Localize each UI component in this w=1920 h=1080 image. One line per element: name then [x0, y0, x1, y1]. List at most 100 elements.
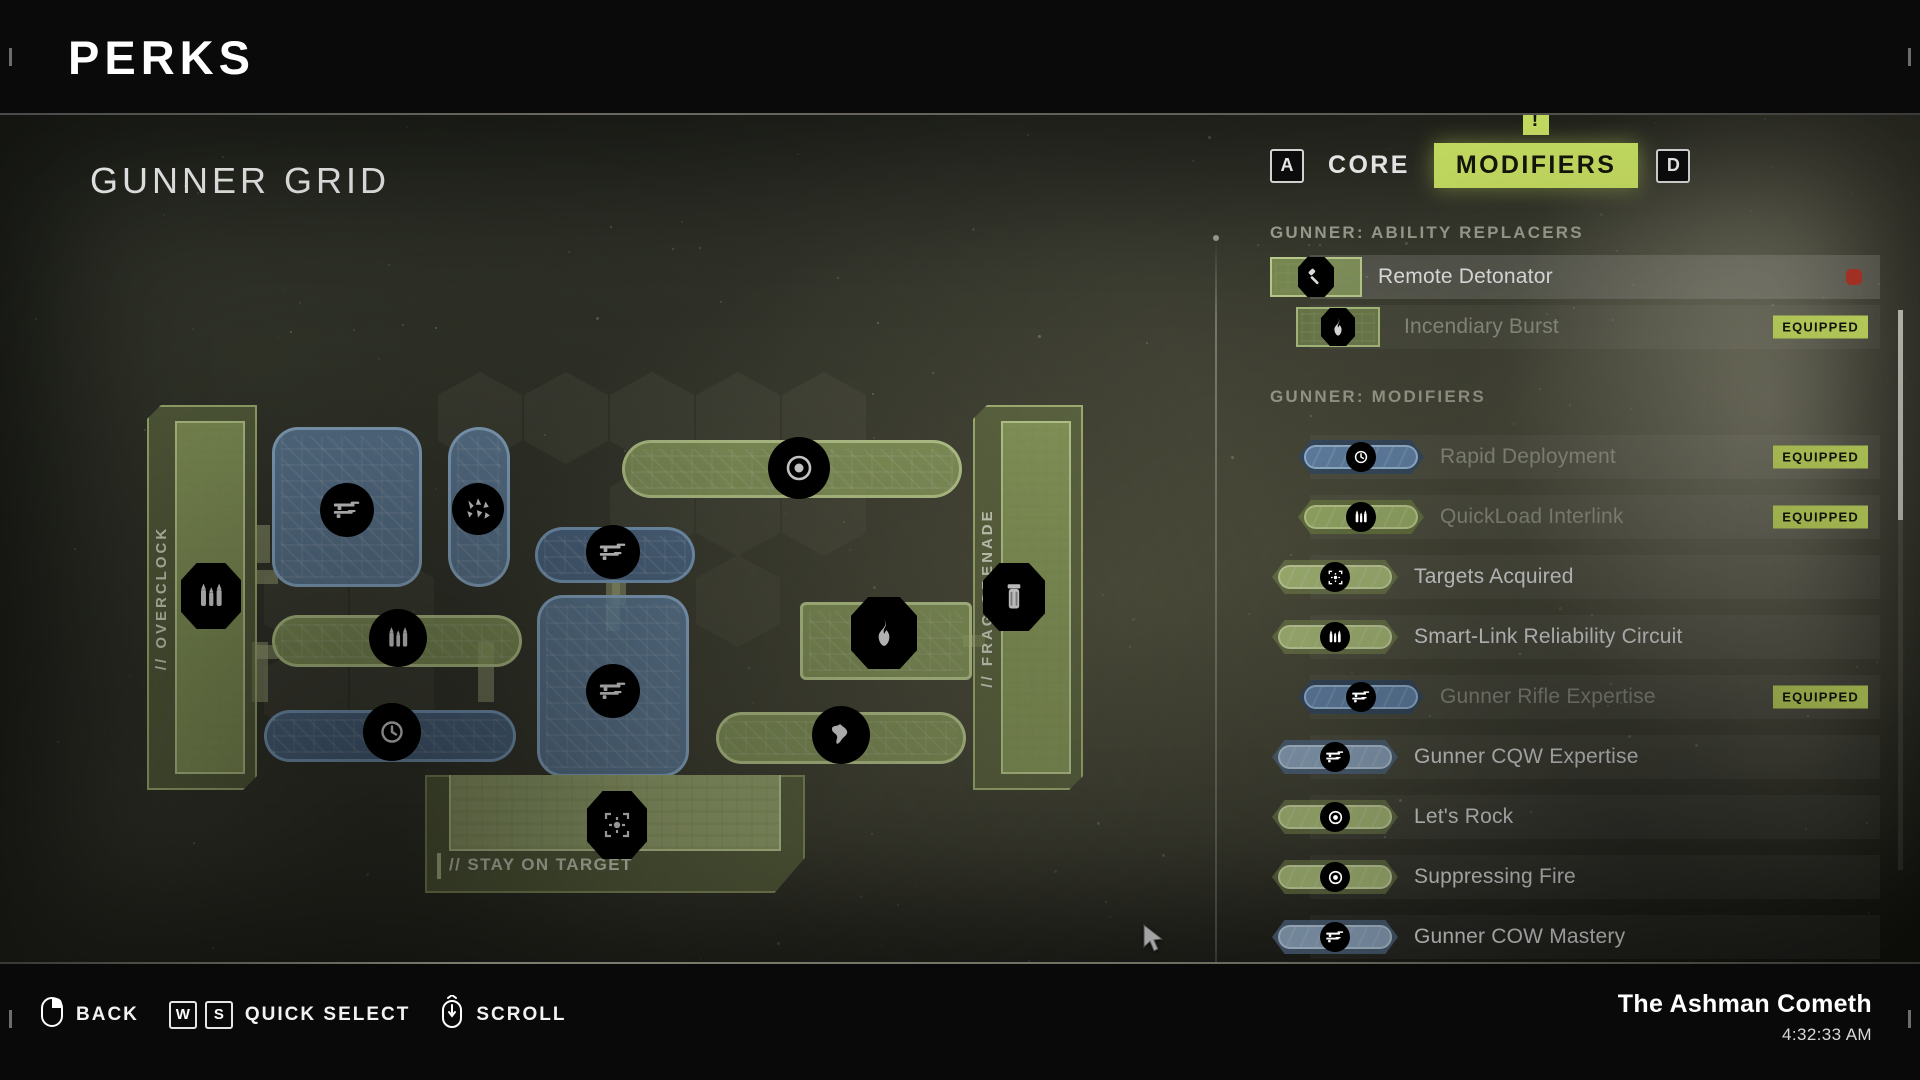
- list-item[interactable]: Rapid Deployment EQUIPPED: [1250, 435, 1880, 479]
- control-hints: BACK W S QUICK SELECT SCROLL: [40, 993, 567, 1034]
- item-chip: [1272, 620, 1398, 654]
- background-stage: GUNNER GRID // OVERCLOCK // FRAG GRENADE…: [0, 115, 1920, 962]
- key-s[interactable]: S: [204, 1000, 233, 1029]
- panel-divider: [1215, 240, 1217, 962]
- mission-time: 4:32:33 AM: [1781, 1025, 1872, 1044]
- column-label: // OVERCLOCK: [153, 525, 170, 670]
- target-ring-icon: [1320, 862, 1350, 892]
- item-label: Gunner COW Mastery: [1414, 925, 1626, 948]
- page-title: PERKS: [68, 31, 255, 84]
- target-ring-icon: [1320, 802, 1350, 832]
- tab-modifiers[interactable]: MODIFIERS !: [1433, 115, 1639, 188]
- ammo-icon: [1320, 622, 1350, 652]
- top-bar-tick-right: [1908, 48, 1911, 66]
- detonator-icon: [1298, 257, 1334, 297]
- ammo-icon[interactable]: [369, 609, 427, 667]
- modifiers-panel: A CORE MODIFIERS ! D GUNNER: ABILITY REP…: [1250, 115, 1920, 962]
- key-group: W S: [168, 1000, 233, 1029]
- list-item[interactable]: Targets Acquired: [1250, 555, 1880, 599]
- target-ring-icon[interactable]: [768, 437, 830, 499]
- rifle-icon[interactable]: [586, 664, 640, 718]
- rifle-icon: [1320, 922, 1350, 952]
- hint-label: QUICK SELECT: [244, 1003, 411, 1025]
- rifle-icon[interactable]: [586, 525, 640, 579]
- item-chip: [1298, 440, 1424, 474]
- item-chip: [1270, 257, 1362, 297]
- key-d[interactable]: D: [1656, 148, 1691, 183]
- key-a[interactable]: A: [1270, 148, 1304, 183]
- mouse-scroll-icon: [440, 993, 464, 1034]
- item-label: Targets Acquired: [1414, 565, 1574, 588]
- perk-grid-canvas: GUNNER GRID // OVERCLOCK // FRAG GRENADE…: [0, 115, 1220, 962]
- ammo-icon: [1346, 502, 1376, 532]
- bottom-bar-tick-right: [1908, 1010, 1911, 1028]
- flame-icon: [1321, 308, 1355, 346]
- rifle-icon[interactable]: [320, 483, 374, 537]
- timer-icon: [1346, 442, 1376, 472]
- hex-cell: [696, 555, 780, 647]
- panel-tabs: A CORE MODIFIERS ! D: [1270, 115, 1691, 188]
- item-chip: [1272, 560, 1398, 594]
- perks-screen: GUNNER GRID // OVERCLOCK // FRAG GRENADE…: [0, 0, 1920, 1080]
- flame-icon[interactable]: [851, 597, 917, 669]
- hint-label: SCROLL: [476, 1003, 567, 1025]
- tab-modifiers-label: MODIFIERS: [1455, 151, 1617, 179]
- list-item[interactable]: Remote Detonator: [1250, 255, 1880, 299]
- section-heading-modifiers: GUNNER: MODIFIERS: [1270, 387, 1486, 406]
- alert-badge-icon: !: [1523, 115, 1550, 135]
- list-item[interactable]: Gunner Rifle Expertise EQUIPPED: [1250, 675, 1880, 719]
- timer-icon[interactable]: [363, 703, 421, 761]
- crosshair-icon: [1320, 562, 1350, 592]
- item-chip: [1298, 500, 1424, 534]
- item-label: Remote Detonator: [1378, 265, 1553, 288]
- item-label: Smart-Link Reliability Circuit: [1414, 625, 1683, 648]
- ammo-icon[interactable]: [181, 563, 241, 629]
- key-w[interactable]: W: [168, 1000, 197, 1029]
- scrollbar-thumb[interactable]: [1898, 310, 1903, 520]
- blast-icon[interactable]: [812, 706, 870, 764]
- list-item[interactable]: QuickLoad Interlink EQUIPPED: [1250, 495, 1880, 539]
- panel-scrollbar[interactable]: [1898, 310, 1903, 870]
- list-item[interactable]: Smart-Link Reliability Circuit: [1250, 615, 1880, 659]
- list-item[interactable]: Gunner COW Mastery: [1250, 915, 1880, 959]
- item-chip: [1272, 920, 1398, 954]
- top-bar-tick-left: [9, 48, 12, 66]
- item-chip: [1296, 307, 1380, 347]
- item-label: Suppressing Fire: [1414, 865, 1576, 888]
- tab-core[interactable]: CORE: [1322, 149, 1416, 182]
- mission-info: The Ashman Cometh 4:32:33 AM: [1618, 990, 1872, 1045]
- mouse-right-click-icon: [40, 996, 64, 1033]
- top-bar-rule: [0, 113, 1920, 115]
- item-label: Let's Rock: [1414, 805, 1514, 828]
- bottom-bar-rule: [0, 962, 1920, 964]
- node-tick: [437, 853, 441, 879]
- status-indicator-icon: [1846, 269, 1862, 285]
- section-heading-ability-replacers: GUNNER: ABILITY REPLACERS: [1270, 223, 1584, 242]
- crosshair-icon[interactable]: [587, 791, 647, 859]
- grenade-icon[interactable]: [983, 563, 1045, 631]
- bottom-bar: BACK W S QUICK SELECT SCROLL The Ashman …: [0, 962, 1920, 1080]
- bottom-bar-tick-left: [9, 1010, 12, 1028]
- item-chip: [1272, 860, 1398, 894]
- hex-cell: [524, 372, 608, 464]
- rifle-icon: [1346, 682, 1376, 712]
- list-item[interactable]: Suppressing Fire: [1250, 855, 1880, 899]
- list-item[interactable]: Let's Rock: [1250, 795, 1880, 839]
- hint-back[interactable]: BACK: [40, 996, 139, 1033]
- status-badge: EQUIPPED: [1773, 445, 1868, 469]
- item-label: Rapid Deployment: [1440, 445, 1616, 468]
- panel-divider-dot: [1213, 235, 1219, 241]
- status-badge: EQUIPPED: [1773, 685, 1868, 709]
- shatter-icon[interactable]: [452, 483, 504, 535]
- rifle-icon: [1320, 742, 1350, 772]
- list-item[interactable]: Gunner CQW Expertise: [1250, 735, 1880, 779]
- hint-scroll[interactable]: SCROLL: [440, 993, 567, 1034]
- item-chip: [1272, 740, 1398, 774]
- list-item[interactable]: Incendiary Burst EQUIPPED: [1250, 305, 1880, 349]
- hint-label: BACK: [76, 1003, 139, 1025]
- item-chip: [1272, 800, 1398, 834]
- item-label: Gunner Rifle Expertise: [1440, 685, 1656, 708]
- status-badge: EQUIPPED: [1773, 315, 1868, 339]
- item-chip: [1298, 680, 1424, 714]
- hint-quick-select[interactable]: W S QUICK SELECT: [168, 1000, 411, 1029]
